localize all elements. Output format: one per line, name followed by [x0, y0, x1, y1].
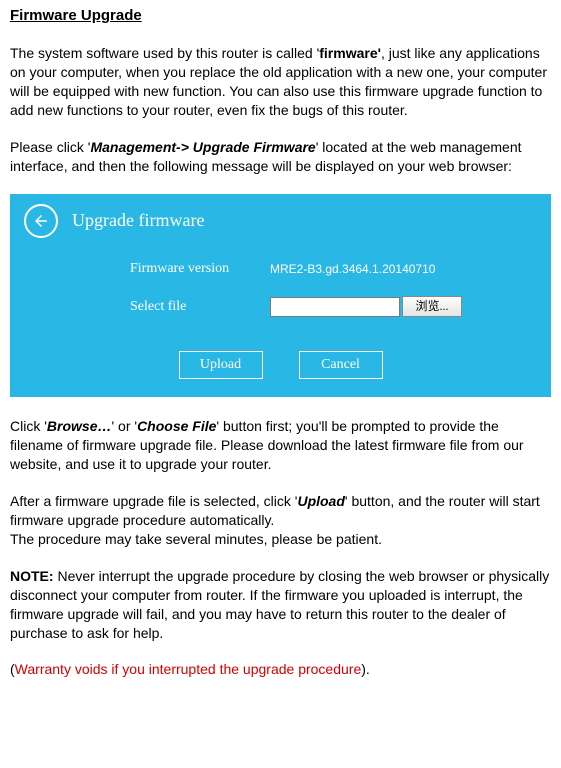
paragraph-nav: Please click 'Management-> Upgrade Firmw… [10, 138, 551, 176]
form-block: Firmware version MRE2-B3.gd.3464.1.20140… [130, 260, 551, 318]
browse-button[interactable]: 浏览... [402, 296, 462, 317]
text-bold-firmware: firmware' [319, 45, 381, 61]
text: After a firmware upgrade file is selecte… [10, 493, 297, 509]
paragraph-warranty: (Warranty voids if you interrupted the u… [10, 660, 551, 679]
paragraph-browse: Click 'Browse…' or 'Choose File' button … [10, 417, 551, 474]
text: ). [361, 661, 370, 677]
text: Never interrupt the upgrade procedure by… [10, 568, 549, 641]
text-bi-browse: Browse… [47, 418, 112, 434]
value-firmware-version: MRE2-B3.gd.3464.1.20140710 [270, 261, 435, 277]
file-path-input[interactable] [270, 297, 400, 317]
panel-header: Upgrade firmware [10, 194, 551, 260]
paragraph-intro: The system software used by this router … [10, 44, 551, 120]
row-firmware-version: Firmware version MRE2-B3.gd.3464.1.20140… [130, 260, 551, 279]
page-title: Firmware Upgrade [10, 6, 551, 26]
text: Please click ' [10, 139, 90, 155]
text-bi-upload: Upload [297, 493, 344, 509]
paragraph-note: NOTE: Never interrupt the upgrade proced… [10, 567, 551, 643]
arrow-left-icon [32, 212, 50, 230]
label-select-file: Select file [130, 298, 270, 317]
button-row: Upload Cancel [10, 351, 551, 379]
row-select-file: Select file 浏览... [130, 296, 551, 317]
text-bold-note: NOTE: [10, 568, 54, 584]
back-button[interactable] [24, 204, 58, 238]
text-red-warranty: Warranty voids if you interrupted the up… [15, 661, 362, 677]
label-firmware-version: Firmware version [130, 260, 270, 279]
text: The system software used by this router … [10, 45, 319, 61]
text: Click ' [10, 418, 47, 434]
cancel-button[interactable]: Cancel [299, 351, 383, 379]
text-bi-choose-file: Choose File [137, 418, 216, 434]
paragraph-patience: The procedure may take several minutes, … [10, 530, 551, 549]
text-bi-menu-path: Management-> Upgrade Firmware [90, 139, 315, 155]
text: ' or ' [111, 418, 137, 434]
panel-title: Upgrade firmware [72, 208, 204, 232]
file-picker: 浏览... [270, 296, 462, 317]
upgrade-firmware-panel: Upgrade firmware Firmware version MRE2-B… [10, 194, 551, 398]
upload-button[interactable]: Upload [179, 351, 263, 379]
paragraph-upload: After a firmware upgrade file is selecte… [10, 492, 551, 530]
